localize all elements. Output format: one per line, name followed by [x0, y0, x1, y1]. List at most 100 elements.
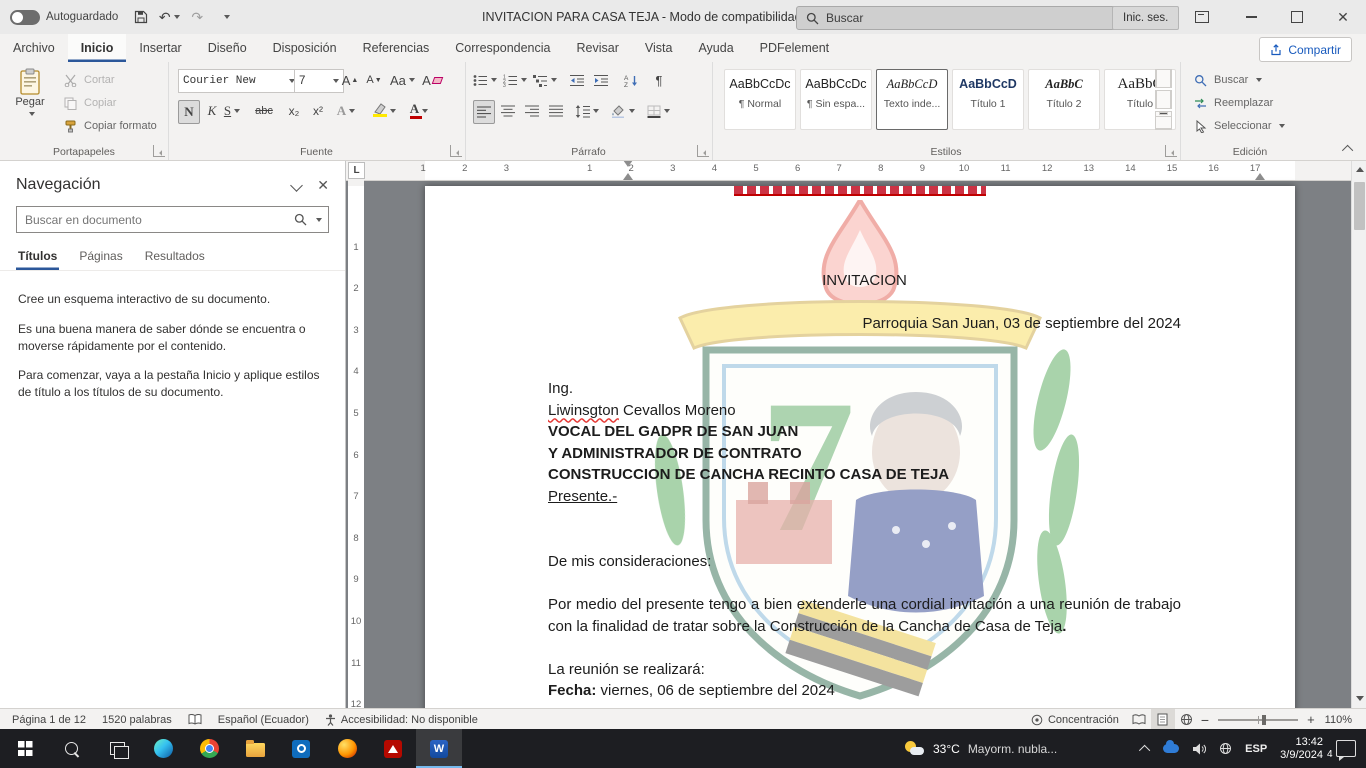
zoom-out-icon[interactable]: −: [1199, 709, 1211, 730]
blank-line[interactable]: [548, 529, 1181, 551]
word-taskbar-icon[interactable]: [416, 729, 462, 768]
document-canvas[interactable]: L 3211234567891011121314151617 123456789…: [345, 160, 1351, 708]
bold-button[interactable]: N: [178, 100, 200, 124]
subscript-button[interactable]: x₂: [284, 100, 304, 122]
zoom-level[interactable]: 110%: [1317, 709, 1366, 730]
tab-insertar[interactable]: Insertar: [126, 34, 194, 62]
font-size-combo[interactable]: 7: [294, 69, 344, 93]
doc-line[interactable]: VOCAL DEL GADPR DE SAN JUAN: [548, 421, 1181, 443]
ribbon-display-options-icon[interactable]: [1182, 0, 1222, 34]
doc-line[interactable]: Liwinsgton Cevallos Moreno: [548, 400, 1181, 422]
scroll-up-icon[interactable]: [1352, 162, 1366, 177]
styles-more-button[interactable]: [1155, 111, 1172, 130]
minimize-button[interactable]: [1228, 0, 1274, 34]
doc-line[interactable]: Por medio del presente tengo a bien exte…: [548, 594, 1181, 637]
doc-line[interactable]: Presente.-: [548, 486, 1181, 508]
page-indicator[interactable]: Página 1 de 12: [0, 709, 94, 730]
outlook-taskbar-icon[interactable]: [278, 729, 324, 768]
close-button[interactable]: ✕: [1320, 0, 1366, 34]
highlight-color-button[interactable]: [370, 100, 398, 122]
underline-button[interactable]: S: [222, 100, 242, 122]
network-icon[interactable]: [1219, 742, 1232, 755]
cut-button[interactable]: Cortar: [62, 70, 115, 90]
tab-diseño[interactable]: Diseño: [195, 34, 260, 62]
tab-archivo[interactable]: Archivo: [0, 34, 68, 62]
shrink-font-button[interactable]: A▼: [364, 69, 384, 91]
acrobat-taskbar-icon[interactable]: [370, 729, 416, 768]
select-button[interactable]: Seleccionar: [1192, 116, 1285, 136]
blank-line[interactable]: [548, 292, 1181, 314]
autosave-toggle[interactable]: Autoguardado: [10, 10, 118, 25]
justify-button[interactable]: [546, 100, 566, 122]
paste-button[interactable]: Pegar: [7, 68, 53, 120]
undo-icon[interactable]: ↶: [156, 4, 182, 30]
chrome-taskbar-icon[interactable]: [186, 729, 232, 768]
doc-line[interactable]: Fecha: viernes, 06 de septiembre del 202…: [548, 680, 1181, 702]
document-text[interactable]: INVITACION Parroquia San Juan, 03 de sep…: [548, 270, 1181, 702]
doc-line[interactable]: Ing.: [548, 378, 1181, 400]
sign-in-button[interactable]: Inic. ses.: [1112, 6, 1179, 30]
nav-tab-títulos[interactable]: Títulos: [16, 243, 59, 270]
text-effects-button[interactable]: A: [336, 100, 356, 122]
read-mode-icon[interactable]: [1127, 709, 1151, 730]
style-t-tulo-2[interactable]: AaBbCTítulo 2: [1028, 69, 1100, 130]
doc-line[interactable]: CONSTRUCCION DE CANCHA RECINTO CASA DE T…: [548, 464, 1181, 486]
collapse-ribbon-icon[interactable]: [1340, 142, 1358, 156]
styles-dialog-launcher[interactable]: [1165, 145, 1177, 157]
clear-formatting-button[interactable]: A: [422, 69, 442, 91]
shading-button[interactable]: [611, 100, 635, 122]
scrollbar-thumb[interactable]: [1354, 182, 1365, 230]
doc-line[interactable]: La reunión se realizará:: [548, 659, 1181, 681]
web-layout-icon[interactable]: [1175, 709, 1199, 730]
task-view-taskbar-icon[interactable]: [94, 729, 140, 768]
tab-correspondencia[interactable]: Correspondencia: [442, 34, 563, 62]
doc-line[interactable]: Parroquia San Juan, 03 de septiembre del…: [548, 313, 1181, 335]
tab-pdfelement[interactable]: PDFelement: [747, 34, 842, 62]
first-line-indent-marker[interactable]: [623, 160, 633, 167]
navigation-search-input[interactable]: [23, 212, 288, 228]
align-left-button[interactable]: [473, 100, 495, 124]
blank-line[interactable]: [548, 572, 1181, 594]
vertical-ruler[interactable]: 123456789101112: [348, 180, 364, 708]
numbering-button[interactable]: 123: [503, 69, 527, 91]
decrease-indent-button[interactable]: [567, 69, 587, 91]
accessibility-indicator[interactable]: Accesibilidad: No disponible: [317, 709, 486, 730]
hanging-indent-marker[interactable]: [623, 173, 633, 180]
vertical-scrollbar[interactable]: [1351, 160, 1366, 708]
sort-button[interactable]: AZ: [621, 69, 641, 91]
redo-icon[interactable]: ↷: [184, 4, 210, 30]
bullets-button[interactable]: [473, 69, 497, 91]
save-icon[interactable]: [128, 4, 154, 30]
start-taskbar-icon[interactable]: [2, 729, 48, 768]
volume-icon[interactable]: [1192, 743, 1206, 755]
word-count[interactable]: 1520 palabras: [94, 709, 180, 730]
clipboard-dialog-launcher[interactable]: [153, 145, 165, 157]
zoom-slider[interactable]: [1218, 719, 1298, 721]
tab-referencias[interactable]: Referencias: [350, 34, 443, 62]
align-center-button[interactable]: [498, 100, 518, 122]
superscript-button[interactable]: x²: [308, 100, 328, 122]
file-explorer-taskbar-icon[interactable]: [232, 729, 278, 768]
navigation-search-icon[interactable]: [294, 213, 307, 226]
blank-line[interactable]: [548, 508, 1181, 530]
doc-line[interactable]: Y ADMINISTRADOR DE CONTRATO: [548, 443, 1181, 465]
search-taskbar-icon[interactable]: [48, 729, 94, 768]
find-button[interactable]: Buscar: [1192, 70, 1262, 90]
blank-line[interactable]: [548, 637, 1181, 659]
style--normal[interactable]: AaBbCcDc¶ Normal: [724, 69, 796, 130]
document-page[interactable]: 7 INVITACION Parroquia San Juan, 03 de s…: [425, 186, 1295, 708]
multilevel-list-button[interactable]: [533, 69, 557, 91]
tab-inicio[interactable]: Inicio: [68, 34, 127, 62]
zoom-in-icon[interactable]: +: [1305, 709, 1317, 730]
show-marks-button[interactable]: ¶: [649, 69, 669, 91]
taskbar-clock[interactable]: 13:42 3/9/2024: [1280, 736, 1323, 762]
tab-vista[interactable]: Vista: [632, 34, 686, 62]
style-texto-inde-[interactable]: AaBbCcDTexto inde...: [876, 69, 948, 130]
styles-scroll-up[interactable]: [1155, 69, 1172, 88]
navigation-search-box[interactable]: [16, 206, 329, 233]
font-dialog-launcher[interactable]: [450, 145, 462, 157]
paragraph-dialog-launcher[interactable]: [697, 145, 709, 157]
tab-revisar[interactable]: Revisar: [563, 34, 631, 62]
right-indent-marker[interactable]: [1255, 173, 1265, 180]
taskbar-weather[interactable]: 33°C Mayorm. nubla...: [895, 729, 1067, 768]
